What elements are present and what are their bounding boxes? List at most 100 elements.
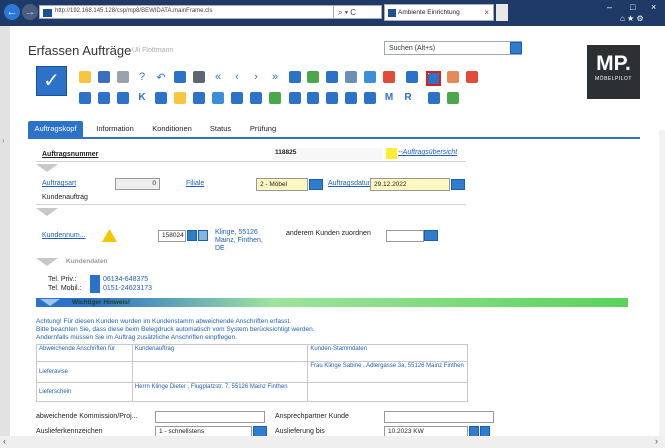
minimize-icon[interactable]: – <box>607 2 612 12</box>
scroll-right-icon[interactable]: › <box>655 436 658 446</box>
kommission-field[interactable] <box>155 411 265 423</box>
global-search-input[interactable]: Suchen (Alt+s) <box>384 41 522 55</box>
doc-a-icon[interactable] <box>79 92 91 104</box>
status-indicator <box>386 148 397 159</box>
site-favicon-icon <box>43 9 52 17</box>
filiale-dropdown-icon[interactable] <box>309 179 323 190</box>
copy-icon[interactable] <box>98 71 110 83</box>
highlighted-toolbar-button[interactable] <box>426 71 441 86</box>
last-record-icon[interactable]: » <box>269 71 281 83</box>
document-list-icon[interactable] <box>406 71 418 83</box>
home-star-settings-icons[interactable]: ⌂ ★ ⚙ <box>620 14 644 23</box>
doc-k-icon[interactable] <box>428 92 440 104</box>
transfer-icon[interactable] <box>447 71 459 83</box>
table-icon[interactable] <box>345 92 357 104</box>
chart-icon[interactable] <box>326 92 338 104</box>
kundennummer-label[interactable]: Kundennum... <box>42 232 86 239</box>
anderem-kunden-dropdown-icon[interactable] <box>424 230 438 241</box>
doc-d-icon[interactable] <box>155 92 167 104</box>
search-records-icon[interactable] <box>174 71 186 83</box>
close-window-icon[interactable]: × <box>651 2 656 12</box>
doc-b-icon[interactable] <box>98 92 110 104</box>
filter-icon[interactable] <box>307 92 319 104</box>
tab-konditionen[interactable]: Konditionen <box>147 121 197 137</box>
doc-f-icon[interactable] <box>212 92 224 104</box>
kunde-land[interactable]: DE <box>215 245 225 252</box>
k-letter-icon[interactable]: K <box>136 92 148 104</box>
cancel-doc-icon[interactable] <box>466 71 478 83</box>
auftragsdatum-field[interactable]: 29.12.2022 <box>370 178 450 191</box>
back-arrow-icon[interactable]: ← <box>4 4 20 20</box>
tab-close-icon[interactable]: × <box>484 8 489 17</box>
table-cell: Lieferavise <box>36 361 133 383</box>
kunde-detail-icon[interactable] <box>198 230 208 241</box>
doc-l-icon[interactable] <box>447 92 459 104</box>
filiale-label[interactable]: Filiale <box>186 180 204 187</box>
kundennummer-field[interactable]: 158024 <box>158 230 186 242</box>
doc-c-icon[interactable] <box>117 92 129 104</box>
phone-icon[interactable] <box>90 275 100 284</box>
calculator-icon[interactable] <box>383 71 395 83</box>
tel-mobil-value[interactable]: 0151-24623173 <box>103 285 152 292</box>
left-collapse-bar[interactable]: › <box>0 26 10 438</box>
first-record-icon[interactable]: « <box>212 71 224 83</box>
auftragsart-label[interactable]: Auftragsart <box>42 180 76 187</box>
delivery-icon[interactable] <box>364 71 376 83</box>
kunde-lookup-icon[interactable] <box>187 230 197 241</box>
tab-auftragskopf[interactable]: Auftragskopf <box>28 121 83 137</box>
print-icon[interactable] <box>193 71 205 83</box>
auftragsuebersicht-link[interactable]: --Auftragsübersicht <box>398 149 457 156</box>
horizontal-scrollbar[interactable]: ‹ › <box>0 436 665 448</box>
scroll-left-icon[interactable]: ‹ <box>3 436 6 446</box>
address-bar[interactable]: http://192.168.145.128/csp/mp8/BEWIDATA.… <box>39 5 334 19</box>
lightbulb-icon[interactable] <box>174 92 186 104</box>
ansprechpartner-field[interactable] <box>384 411 494 423</box>
expand-arrow-icon[interactable]: › <box>2 136 5 145</box>
tab-pruefung[interactable]: Prüfung <box>242 121 284 137</box>
tag-icon[interactable] <box>289 92 301 104</box>
doc-h-icon[interactable] <box>250 92 262 104</box>
calendar-icon[interactable] <box>451 179 465 190</box>
doc-j-icon[interactable] <box>364 92 376 104</box>
doc-i-icon[interactable] <box>269 92 281 104</box>
address-search-controls[interactable]: ⌕ ▾ C <box>334 5 382 19</box>
kunde-name[interactable]: Klinge, 55126 <box>215 229 258 236</box>
table-cell: Herrn Klinge Dieter , Flugplatzstr. 7, 5… <box>131 382 309 402</box>
r-letter-icon[interactable]: R <box>402 92 414 104</box>
delete-icon[interactable] <box>117 71 129 83</box>
table-row: Lieferavise Frau Klinge Sabine , Adlerga… <box>36 361 468 383</box>
tab-information[interactable]: Information <box>89 121 141 137</box>
anderem-kunden-select[interactable] <box>386 230 424 242</box>
mobile-phone-icon[interactable] <box>90 284 100 293</box>
save-check-button[interactable]: ✓ <box>36 66 67 96</box>
auftragsart-field[interactable]: 0 <box>115 178 160 190</box>
tab-status[interactable]: Status <box>203 121 238 137</box>
tel-priv-value[interactable]: 06134-648375 <box>103 276 148 283</box>
cart-icon[interactable] <box>326 71 338 83</box>
doc-e-icon[interactable] <box>193 92 205 104</box>
doc-g-icon[interactable] <box>231 92 243 104</box>
auslieferkennzeichen-label: Auslieferkennzeichen <box>36 428 103 435</box>
previous-record-icon[interactable]: ‹ <box>231 71 243 83</box>
new-tab-button[interactable] <box>496 4 508 21</box>
tel-mobil-label: Tel. Mobil.: <box>48 285 82 292</box>
kunde-ort[interactable]: Mainz, Finthen, <box>215 237 263 244</box>
m-letter-icon[interactable]: M <box>383 92 395 104</box>
search-doc-icon[interactable] <box>289 71 301 83</box>
undo-icon[interactable]: ↶ <box>155 71 167 84</box>
logo-text: MP. <box>596 52 631 75</box>
table-cell <box>131 361 309 383</box>
table-cell: Lieferschein <box>36 382 133 402</box>
vertical-scrollbar[interactable] <box>659 130 665 436</box>
search-go-button[interactable] <box>510 42 522 54</box>
browser-tab-active[interactable]: Ambiente Einrichtung × <box>384 4 494 21</box>
forward-arrow-icon[interactable]: → <box>22 4 38 20</box>
people-icon[interactable] <box>307 71 319 83</box>
truck-icon[interactable] <box>345 71 357 83</box>
auftragsdatum-label[interactable]: Auftragsdatum <box>328 180 374 187</box>
new-document-icon[interactable] <box>79 71 91 83</box>
maximize-icon[interactable]: □ <box>630 2 635 12</box>
help-icon[interactable]: ? <box>136 71 148 83</box>
next-record-icon[interactable]: › <box>250 71 262 83</box>
filiale-select[interactable]: 2 - Möbel <box>256 178 308 191</box>
